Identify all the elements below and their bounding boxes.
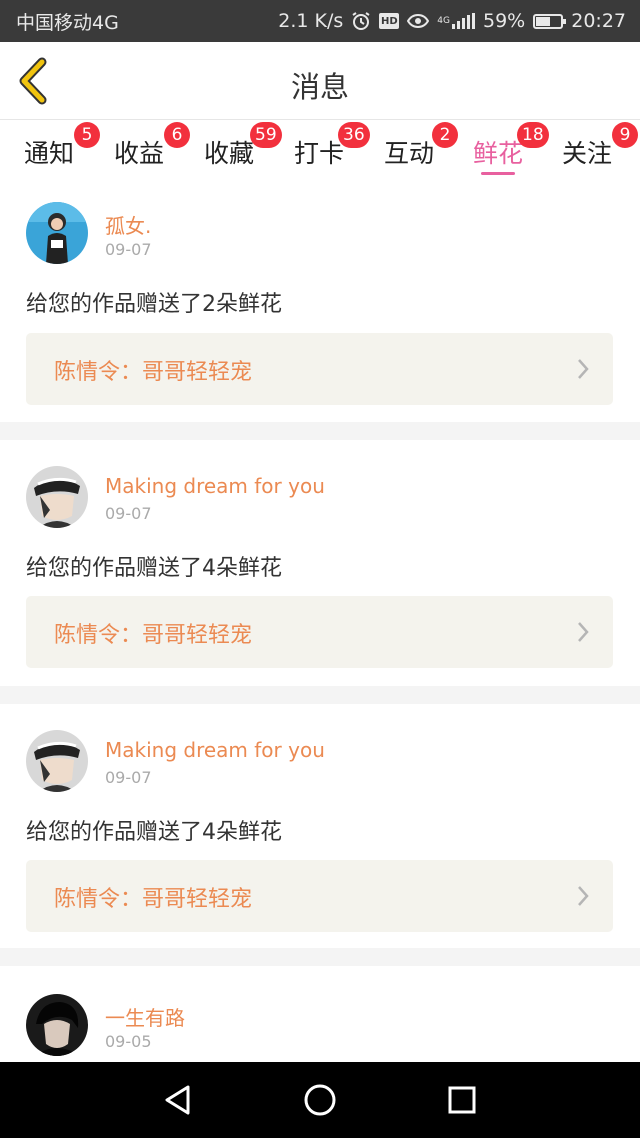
battery-percent: 59%: [483, 10, 526, 32]
chevron-right-icon: [578, 359, 589, 379]
battery-icon: [533, 13, 567, 29]
tab-follow[interactable]: 关注 9: [562, 122, 638, 180]
tab-checkin[interactable]: 打卡 36: [294, 122, 370, 180]
message-text: 给您的作品赠送了4朵鲜花: [26, 556, 282, 581]
username[interactable]: 一生有路: [105, 1002, 185, 1031]
tab-label: 鲜花: [473, 139, 524, 168]
username[interactable]: 孤女.: [105, 210, 151, 239]
alarm-clock-icon: [351, 11, 371, 31]
status-bar: 中国移动4G 2.1 K/s HD 4G 59% 20:27: [0, 0, 640, 42]
avatar[interactable]: [26, 730, 88, 792]
square-recents-icon: [448, 1086, 476, 1114]
tab-label: 收藏: [204, 139, 255, 168]
net-speed: 2.1 K/s: [278, 10, 344, 32]
message-date: 09-05: [105, 1032, 152, 1051]
unread-badge: 59: [250, 122, 282, 148]
work-link[interactable]: 陈情令：哥哥轻轻宠: [26, 596, 613, 668]
tab-earnings[interactable]: 收益 6: [114, 122, 190, 180]
unread-badge: 2: [432, 122, 458, 148]
carrier-label: 中国移动4G: [16, 11, 119, 34]
app-header: 消息: [0, 42, 640, 120]
tab-label: 收益: [114, 139, 165, 168]
eye-comfort-icon: [407, 13, 430, 29]
status-icons: 2.1 K/s HD 4G 59% 20:27: [278, 10, 626, 32]
chevron-right-icon: [578, 886, 589, 906]
signal-icon: 4G: [437, 13, 475, 29]
message-date: 09-07: [105, 240, 152, 259]
message-date: 09-07: [105, 504, 152, 523]
avatar[interactable]: [26, 466, 88, 528]
nav-back-button[interactable]: [160, 1082, 196, 1118]
flower-message-card: 一生有路 09-05: [0, 966, 640, 1062]
username[interactable]: Making dream for you: [105, 474, 325, 498]
circle-home-icon: [304, 1084, 336, 1116]
username[interactable]: Making dream for you: [105, 738, 325, 762]
chevron-right-icon: [578, 622, 589, 642]
triangle-back-icon: [165, 1085, 190, 1115]
message-text: 给您的作品赠送了2朵鲜花: [26, 292, 282, 317]
nav-recents-button[interactable]: [444, 1082, 480, 1118]
network-type: 4G: [437, 16, 450, 26]
active-tab-indicator: [481, 172, 516, 175]
work-link[interactable]: 陈情令：哥哥轻轻宠: [26, 333, 613, 405]
tab-bar: 通知 5 收益 6 收藏 59 打卡 36 互动 2 鲜花 18 关注 9: [0, 120, 640, 180]
tab-interaction[interactable]: 互动 2: [384, 122, 458, 180]
nav-home-button[interactable]: [302, 1082, 338, 1118]
work-title: 陈情令：哥哥轻轻宠: [54, 887, 253, 912]
unread-badge: 36: [338, 122, 370, 148]
flower-message-card: 孤女. 09-07 给您的作品赠送了2朵鲜花 陈情令：哥哥轻轻宠: [0, 180, 640, 422]
clock: 20:27: [571, 10, 626, 32]
tab-label: 关注: [562, 139, 613, 168]
tab-label: 打卡: [294, 139, 345, 168]
unread-badge: 5: [74, 122, 100, 148]
work-title: 陈情令：哥哥轻轻宠: [54, 623, 253, 648]
tab-label: 通知: [24, 139, 75, 168]
tab-label: 互动: [384, 139, 435, 168]
flower-message-card: Making dream for you 09-07 给您的作品赠送了4朵鲜花 …: [0, 704, 640, 948]
system-nav-bar: [0, 1062, 640, 1138]
message-text: 给您的作品赠送了4朵鲜花: [26, 820, 282, 845]
tab-favorites[interactable]: 收藏 59: [204, 122, 282, 180]
avatar[interactable]: [26, 994, 88, 1056]
work-title: 陈情令：哥哥轻轻宠: [54, 360, 253, 385]
tab-notice[interactable]: 通知 5: [24, 122, 100, 180]
unread-badge: 6: [164, 122, 190, 148]
hd-icon: HD: [379, 13, 400, 29]
work-link[interactable]: 陈情令：哥哥轻轻宠: [26, 860, 613, 932]
unread-badge: 9: [612, 122, 638, 148]
message-date: 09-07: [105, 768, 152, 787]
flower-message-card: Making dream for you 09-07 给您的作品赠送了4朵鲜花 …: [0, 440, 640, 686]
avatar[interactable]: [26, 202, 88, 264]
tab-flowers[interactable]: 鲜花 18: [473, 122, 549, 180]
unread-badge: 18: [517, 122, 549, 148]
page-title: 消息: [290, 70, 349, 104]
